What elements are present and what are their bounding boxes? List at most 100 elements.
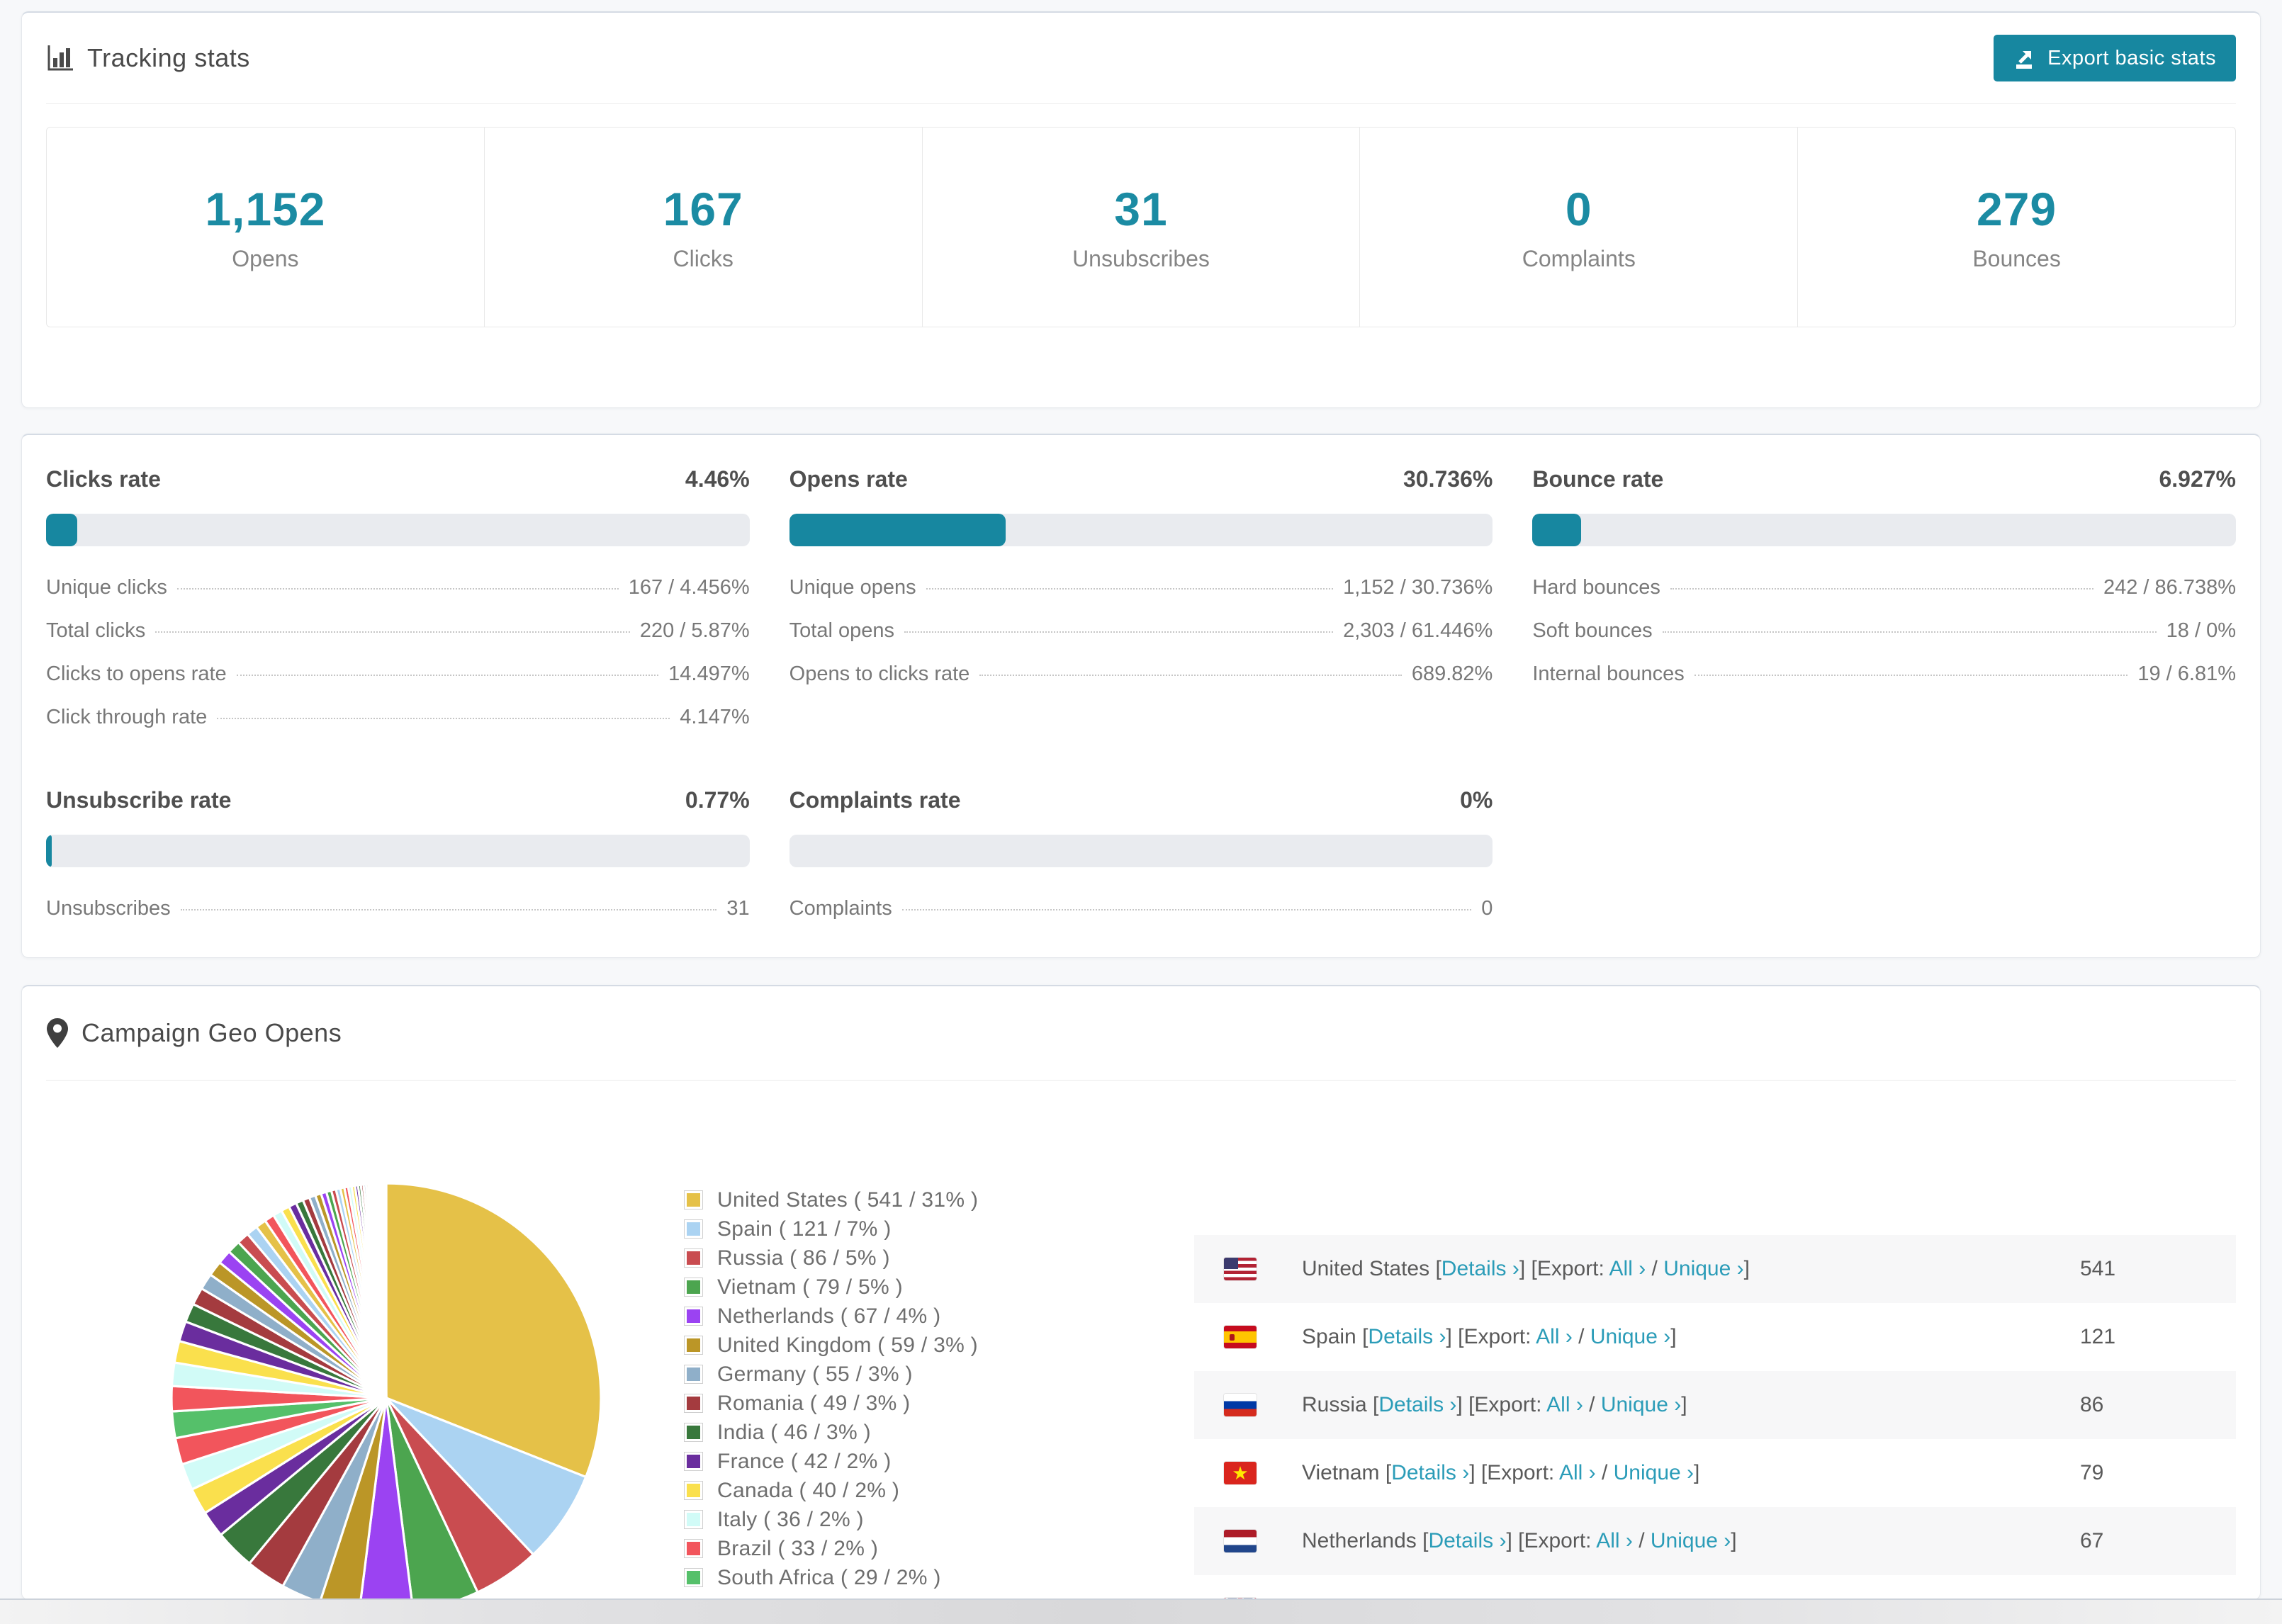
rate-progress-fill [789, 514, 1006, 546]
rate-value: 6.927% [2159, 466, 2236, 492]
rate-stat-row-hard-bounces: Hard bounces 242 / 86.738% [1532, 576, 2236, 599]
bracket: ] [1731, 1529, 1737, 1552]
dotted-leader [1662, 631, 2157, 633]
rate-progress-bar [1532, 514, 2236, 546]
bracket: ] [1670, 1325, 1677, 1348]
export-unique-link[interactable]: Unique › [1601, 1393, 1681, 1416]
bracket: [ [1366, 1393, 1379, 1416]
rate-progress-fill [46, 835, 52, 867]
export-unique-link[interactable]: Unique › [1590, 1325, 1670, 1348]
rate-stat-label: Total opens [789, 619, 894, 642]
stat-label: Unsubscribes [1072, 246, 1210, 271]
rate-value: 4.46% [685, 466, 750, 492]
legend-item-france: France ( 42 / 2% ) [684, 1447, 978, 1476]
export-unique-link[interactable]: Unique › [1651, 1529, 1731, 1552]
bracket: ] [Export: [1506, 1529, 1597, 1552]
rate-stat-value: 19 / 6.81% [2137, 662, 2236, 685]
total-value: 121 [2080, 1325, 2116, 1348]
rate-progress-bar [789, 835, 1493, 867]
geo-opens-title: Campaign Geo Opens [46, 1017, 342, 1049]
total-value: 67 [2080, 1529, 2104, 1552]
rate-stat-row-soft-bounces: Soft bounces 18 / 0% [1532, 619, 2236, 643]
legend-item-russia: Russia ( 86 / 5% ) [684, 1244, 978, 1273]
geo-table-row-united-kingdom: United Kingdom [Details ›] [Export: All … [1194, 1575, 2236, 1599]
geo-opens-pie-chart[interactable] [152, 1164, 620, 1600]
total-value: 79 [2080, 1461, 2104, 1484]
export-basic-stats-label: Export basic stats [2047, 46, 2216, 69]
details-link[interactable]: Details › [1428, 1529, 1506, 1552]
dotted-leader [1670, 588, 2093, 590]
legend-swatch [684, 1481, 703, 1500]
details-link[interactable]: Details › [1368, 1325, 1446, 1348]
legend-swatch [684, 1568, 703, 1587]
separator: / [1646, 1257, 1664, 1280]
bracket: ] [1743, 1257, 1750, 1280]
rate-stat-value: 220 / 5.87% [639, 619, 750, 642]
rate-stat-label: Total clicks [46, 619, 146, 642]
legend-item-italy: Italy ( 36 / 2% ) [684, 1505, 978, 1534]
details-link[interactable]: Details › [1378, 1393, 1456, 1416]
bottom-scroll-band[interactable] [0, 1598, 2282, 1624]
bracket: ] [1694, 1461, 1700, 1484]
details-link[interactable]: Details › [1391, 1461, 1469, 1484]
geo-table-row-spain: Spain [Details ›] [Export: All › / Uniqu… [1194, 1303, 2236, 1371]
legend-swatch [684, 1248, 703, 1268]
flag-es [1224, 1326, 1257, 1348]
legend-label: Russia ( 86 / 5% ) [717, 1246, 890, 1270]
page: Tracking stats Export basic stats 1,152 O… [0, 0, 2282, 1624]
rate-stat-value: 2,303 / 61.446% [1343, 619, 1493, 642]
legend-label: Spain ( 121 / 7% ) [717, 1217, 892, 1241]
legend-item-germany: Germany ( 55 / 3% ) [684, 1360, 978, 1389]
export-unique-link[interactable]: Unique › [1663, 1257, 1743, 1280]
stat-value: 31 [1114, 183, 1168, 235]
country-name: Russia [1302, 1393, 1367, 1416]
legend-swatch [684, 1365, 703, 1384]
flag-us [1224, 1258, 1257, 1280]
bracket: ] [Export: [1519, 1257, 1609, 1280]
rate-stat-row-click-through-rate: Click through rate 4.147% [46, 706, 750, 729]
rate-stat-value: 1,152 / 30.736% [1343, 576, 1493, 599]
rate-title: Complaints rate [789, 787, 961, 813]
rate-value: 0.77% [685, 787, 750, 813]
details-link[interactable]: Details › [1441, 1257, 1519, 1280]
rate-stat-row-unique-opens: Unique opens 1,152 / 30.736% [789, 576, 1493, 599]
export-all-link[interactable]: All › [1609, 1257, 1646, 1280]
legend-item-spain: Spain ( 121 / 7% ) [684, 1214, 978, 1244]
stat-value: 0 [1565, 183, 1592, 235]
dotted-leader [979, 675, 1402, 676]
rate-stat-label: Hard bounces [1532, 576, 1660, 599]
dotted-leader [901, 909, 1472, 910]
legend-item-united-states: United States ( 541 / 31% ) [684, 1185, 978, 1214]
export-all-link[interactable]: All › [1559, 1461, 1596, 1484]
rate-stat-label: Internal bounces [1532, 662, 1685, 685]
legend-label: India ( 46 / 3% ) [717, 1420, 871, 1444]
map-pin-icon [46, 1017, 69, 1049]
stat-box-unsubscribes: 31 Unsubscribes [921, 127, 1361, 327]
legend-item-netherlands: Netherlands ( 67 / 4% ) [684, 1302, 978, 1331]
legend-item-india: India ( 46 / 3% ) [684, 1418, 978, 1447]
rate-stat-row-clicks-to-opens-rate: Clicks to opens rate 14.497% [46, 662, 750, 686]
legend-swatch [684, 1219, 703, 1239]
rate-stat-value: 31 [726, 897, 750, 920]
separator: / [1583, 1393, 1601, 1416]
rate-block-complaints-rate: Complaints rate 0% Complaints 0 [789, 787, 1493, 940]
export-all-link[interactable]: All › [1536, 1325, 1573, 1348]
stat-label: Opens [232, 246, 299, 271]
rate-progress-fill [46, 514, 78, 546]
rate-block-opens-rate: Opens rate 30.736% Unique opens 1,152 / 30.… [789, 466, 1493, 749]
stat-value: 279 [1977, 183, 2057, 235]
bracket: ] [Export: [1456, 1393, 1547, 1416]
rate-stat-row-internal-bounces: Internal bounces 19 / 6.81% [1532, 662, 2236, 686]
rate-stat-row-unique-clicks: Unique clicks 167 / 4.456% [46, 576, 750, 599]
export-all-link[interactable]: All › [1596, 1529, 1633, 1552]
legend-label: Romania ( 49 / 3% ) [717, 1391, 911, 1415]
export-basic-stats-button[interactable]: Export basic stats [1994, 35, 2236, 81]
stat-label: Clicks [673, 246, 734, 271]
total-value: 86 [2080, 1393, 2104, 1416]
export-all-link[interactable]: All › [1546, 1393, 1583, 1416]
bracket: [ [1356, 1325, 1368, 1348]
rate-stat-row-opens-to-clicks-rate: Opens to clicks rate 689.82% [789, 662, 1493, 686]
geo-table-row-netherlands: Netherlands [Details ›] [Export: All › /… [1194, 1507, 2236, 1575]
export-unique-link[interactable]: Unique › [1614, 1461, 1694, 1484]
rates-card: Clicks rate 4.46% Unique clicks 167 / 4.456… [21, 434, 2261, 958]
